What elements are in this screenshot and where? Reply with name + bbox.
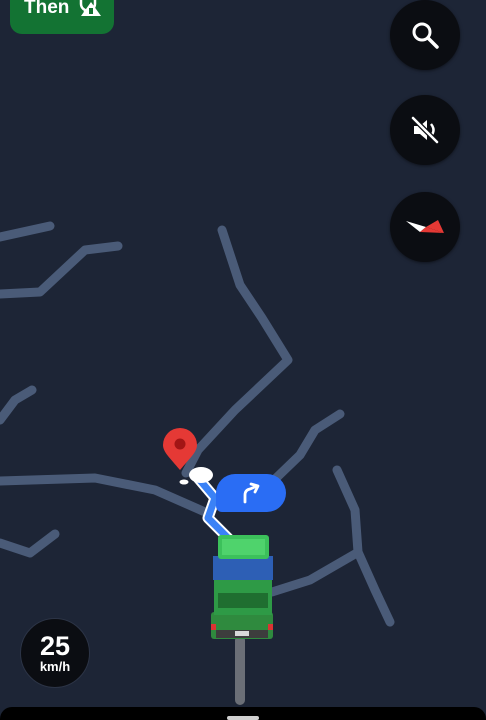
drag-handle[interactable] [227,716,259,720]
road [332,465,395,627]
road [0,221,55,242]
road [267,549,360,597]
compass-icon [406,220,444,233]
speedometer: 25 km/h [20,618,90,688]
turn-indicator[interactable] [216,474,286,512]
road [0,529,60,558]
merge-road-icon [80,0,102,16]
next-step-chip[interactable]: Then [10,0,114,34]
road [0,473,210,517]
compass-button[interactable] [390,192,460,262]
navigation-screen: Then 25 km/h [0,0,486,720]
speed-value: 25 [39,631,71,661]
next-step-label: Then [24,0,70,18]
road [267,409,345,487]
search-icon [412,22,439,49]
road [0,385,37,425]
vehicle-icon [211,535,273,639]
waypoint-marker [189,467,213,483]
search-button[interactable] [390,0,460,70]
road [0,241,123,299]
mute-button[interactable] [390,95,460,165]
volume-off-icon [411,116,439,144]
turn-right-icon [243,482,260,504]
speed-unit: km/h [39,659,71,674]
road [181,225,293,478]
